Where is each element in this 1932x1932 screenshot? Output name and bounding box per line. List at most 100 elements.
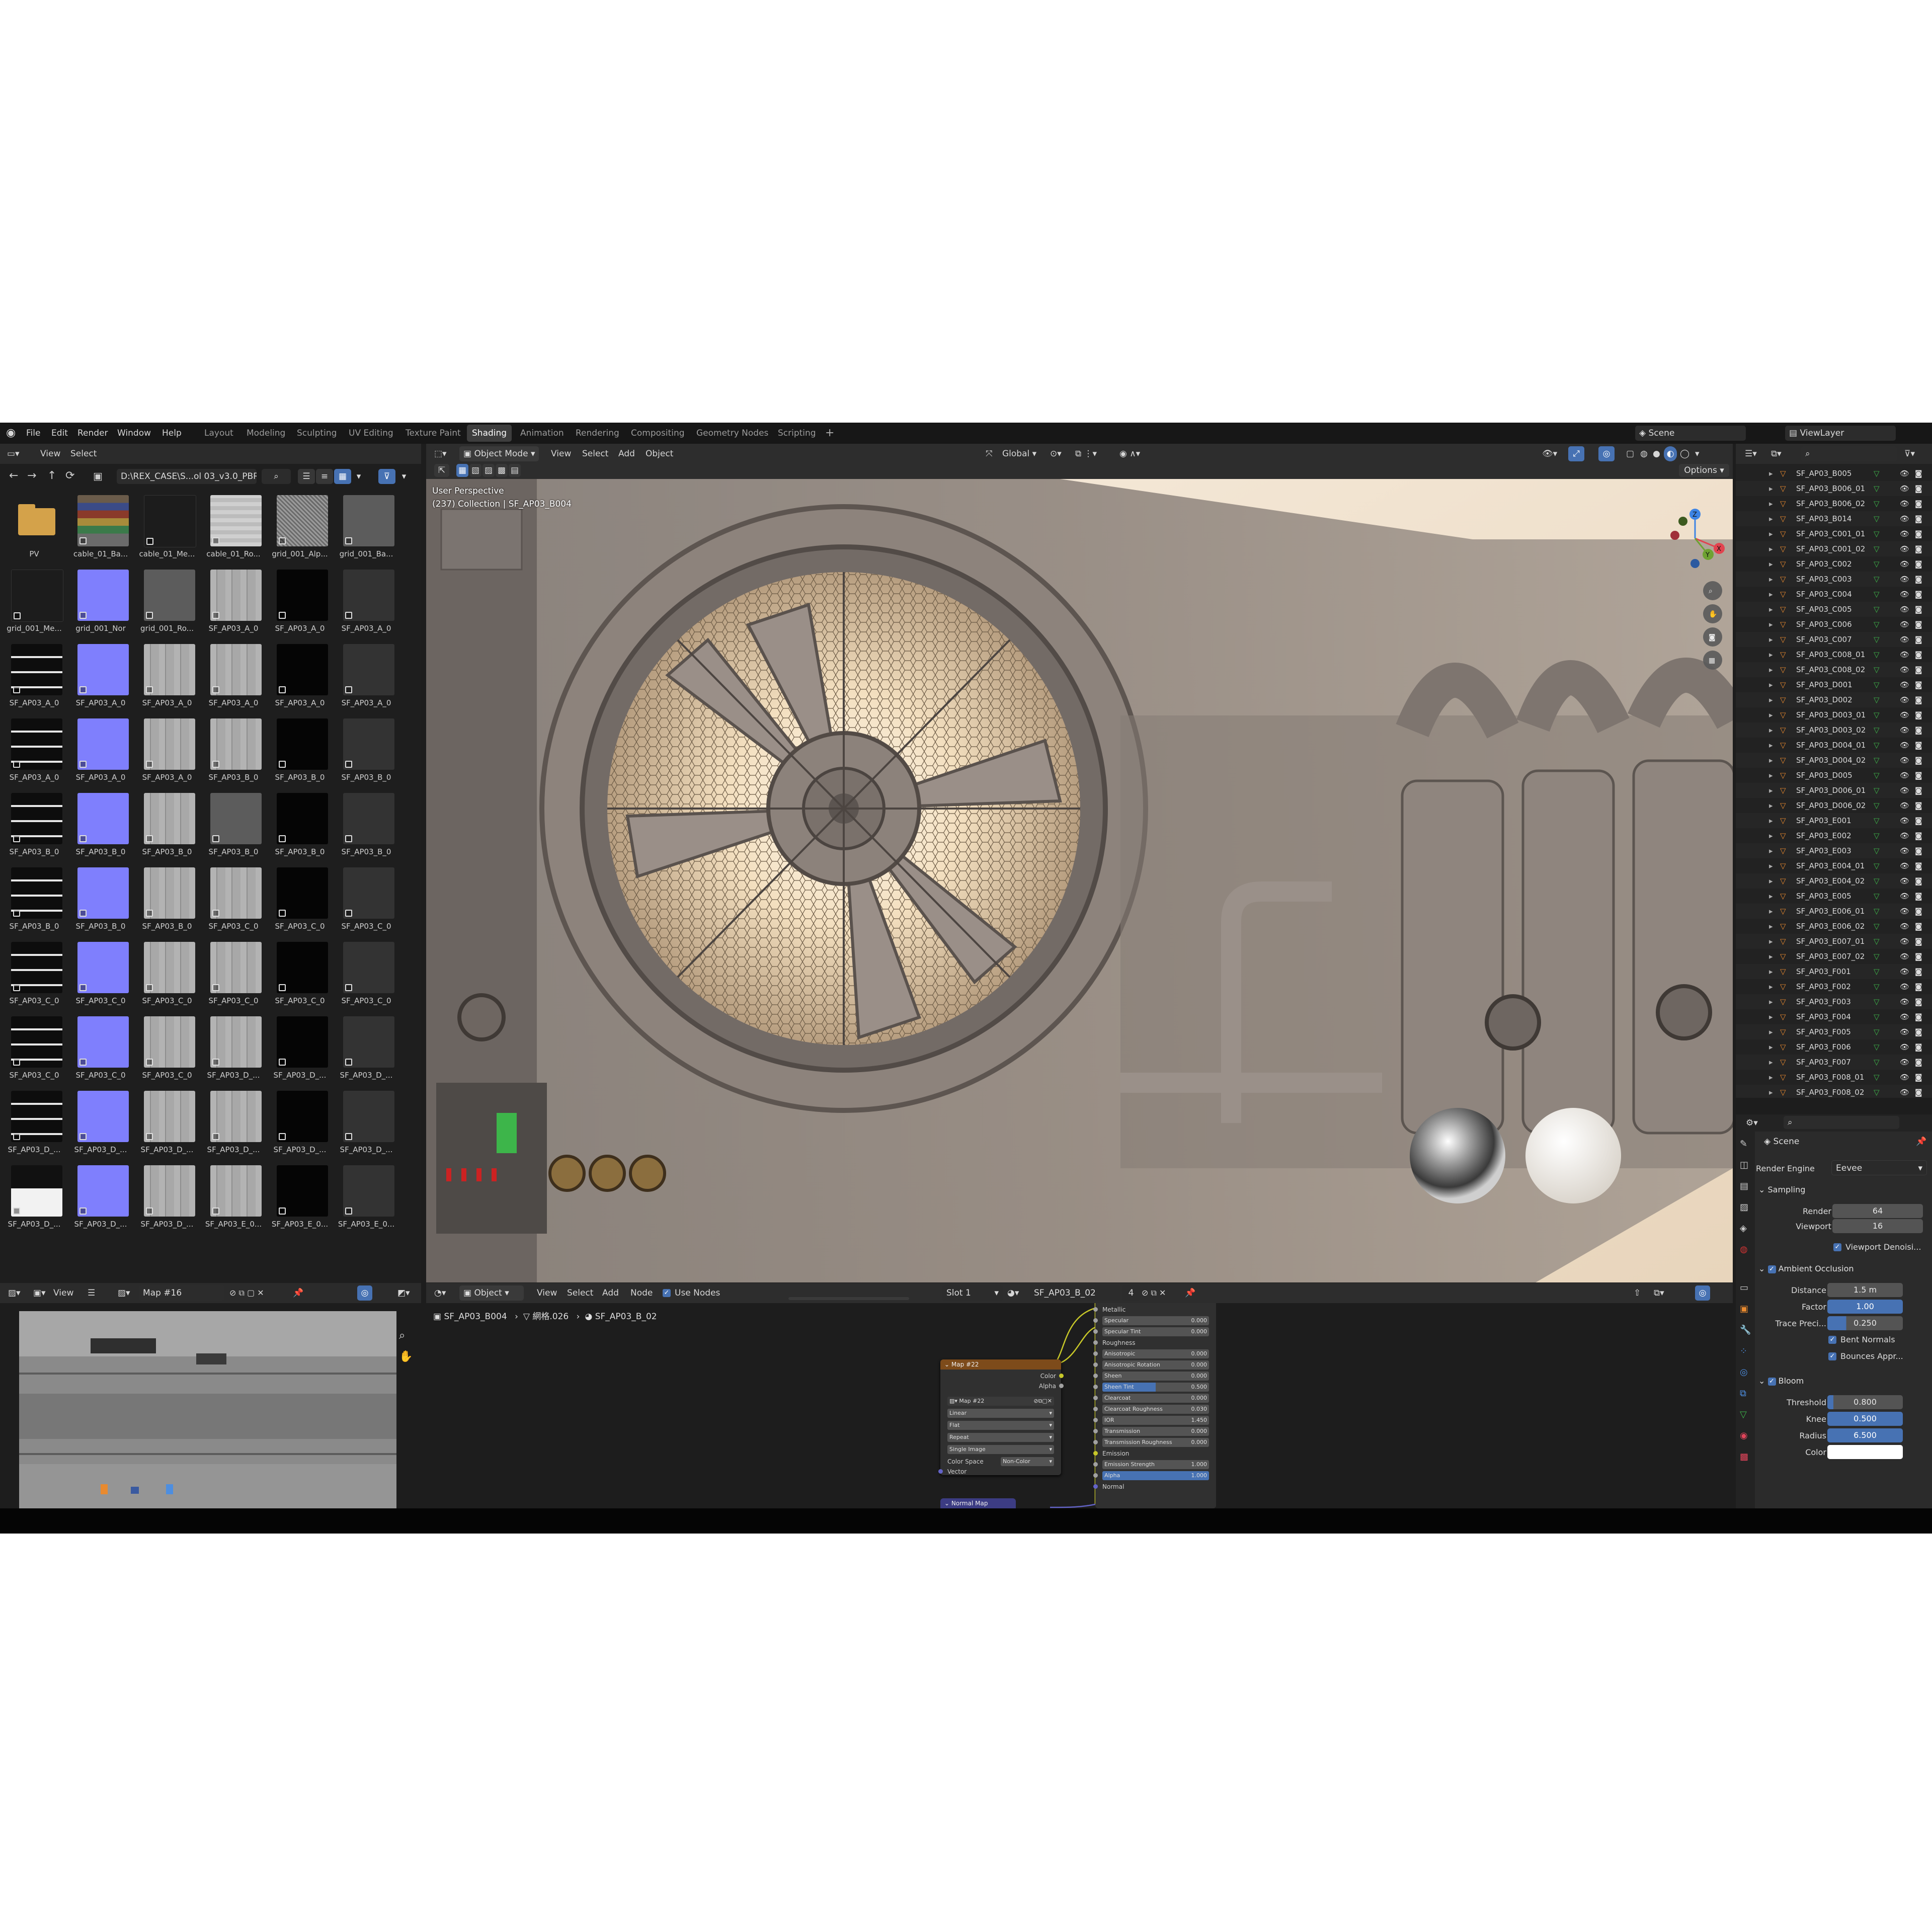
file-tile[interactable]: SF_AP03_D_... [134,1165,200,1238]
mesh-data-icon[interactable]: ▽ [1874,541,1880,556]
expand-arrow-icon[interactable]: ▸ [1769,738,1773,753]
visibility-eye-icon[interactable]: 👁 [1900,904,1909,919]
bsdf-input-socket[interactable] [1093,1396,1098,1400]
mesh-data-icon[interactable]: ▽ [1874,1024,1880,1039]
nav-parent-icon[interactable]: ↑ [47,466,56,486]
file-tile[interactable]: SF_AP03_C_0 [134,1016,200,1089]
tab-scripting[interactable]: Scripting [773,425,821,442]
outliner-row[interactable]: ▸ ▽ SF_AP03_C005 ▽ 👁 ◙ [1736,602,1932,617]
zoom-icon[interactable] [1703,581,1722,600]
render-camera-icon[interactable]: ◙ [1915,511,1922,526]
file-tile[interactable]: SF_AP03_D_... [333,1091,399,1164]
vp-menu-view[interactable]: View [551,444,571,464]
file-tile[interactable]: SF_AP03_B_0 [1,867,67,940]
expand-arrow-icon[interactable]: ▸ [1769,934,1773,949]
file-tile[interactable]: SF_AP03_C_0 [200,867,267,940]
ie-zoom-icon[interactable]: ⌕ [399,1329,405,1342]
mesh-data-icon[interactable]: ▽ [1874,904,1880,919]
expand-arrow-icon[interactable]: ▸ [1769,843,1773,858]
expand-arrow-icon[interactable]: ▸ [1769,481,1773,496]
render-camera-icon[interactable]: ◙ [1915,994,1922,1009]
outliner-row[interactable]: ▸ ▽ SF_AP03_C004 ▽ 👁 ◙ [1736,587,1932,602]
mesh-data-icon[interactable]: ▽ [1874,587,1880,602]
file-tile[interactable]: grid_001_Ba... [333,495,399,568]
file-tile[interactable]: SF_AP03_A_0 [1,644,67,717]
bsdf-input-socket[interactable] [1093,1329,1098,1334]
file-tile[interactable]: SF_AP03_D_... [67,1165,134,1238]
file-tile[interactable]: SF_AP03_E_0... [267,1165,333,1238]
mesh-data-icon[interactable]: ▽ [1874,964,1880,979]
tab-rendering[interactable]: Rendering [571,425,624,442]
image-node-title[interactable]: ⌄ Map #22 [940,1359,1061,1370]
outliner-row[interactable]: ▸ ▽ SF_AP03_C008_02 ▽ 👁 ◙ [1736,662,1932,677]
mesh-data-icon[interactable]: ▽ [1874,919,1880,934]
render-camera-icon[interactable]: ◙ [1915,964,1922,979]
mesh-data-icon[interactable]: ▽ [1874,677,1880,692]
outliner-row[interactable]: ▸ ▽ SF_AP03_E007_01 ▽ 👁 ◙ [1736,934,1932,949]
outliner-row[interactable]: ▸ ▽ SF_AP03_E005 ▽ 👁 ◙ [1736,889,1932,904]
file-tile[interactable]: SF_AP03_C_0 [1,942,67,1015]
mesh-data-icon[interactable]: ▽ [1874,526,1880,541]
visibility-eye-icon[interactable]: 👁 [1900,1024,1909,1039]
render-camera-icon[interactable]: ◙ [1915,722,1922,738]
file-tile[interactable]: SF_AP03_A_0 [67,644,134,717]
bloom-checkbox[interactable]: ✓ [1767,1377,1776,1386]
expand-arrow-icon[interactable]: ▸ [1769,602,1773,617]
expand-arrow-icon[interactable]: ▸ [1769,587,1773,602]
bsdf-input-socket[interactable] [1093,1418,1098,1422]
mesh-data-icon[interactable]: ▽ [1874,1009,1880,1024]
bsdf-input-socket[interactable] [1093,1407,1098,1411]
viewport-editor-type-icon[interactable]: ⬚▾ [434,444,447,464]
mesh-data-icon[interactable]: ▽ [1874,1055,1880,1070]
render-camera-icon[interactable]: ◙ [1915,949,1922,964]
shading-material-icon[interactable]: ◐ [1664,446,1677,461]
expand-arrow-icon[interactable]: ▸ [1769,783,1773,798]
expand-arrow-icon[interactable]: ▸ [1769,526,1773,541]
visibility-eye-icon[interactable]: 👁 [1900,541,1909,556]
object-tab-icon[interactable]: ▣ [1740,1304,1748,1314]
visibility-eye-icon[interactable]: 👁 [1900,617,1909,632]
visibility-eye-icon[interactable]: 👁 [1900,466,1909,481]
render-camera-icon[interactable]: ◙ [1915,692,1922,707]
shading-dropdown-icon[interactable]: ▾ [1695,444,1700,464]
file-tile[interactable]: SF_AP03_B_0 [200,718,267,791]
render-camera-icon[interactable]: ◙ [1915,526,1922,541]
view-layer-tab-icon[interactable]: ▨ [1740,1202,1748,1213]
render-camera-icon[interactable]: ◙ [1915,556,1922,572]
render-camera-icon[interactable]: ◙ [1915,798,1922,813]
file-tile[interactable]: SF_AP03_C_0 [134,942,200,1015]
image-editor-type-icon[interactable]: ▨▾ [8,1283,21,1303]
file-tile[interactable]: grid_001_Alp... [267,495,333,568]
nav-back-icon[interactable]: ← [9,466,18,486]
gizmo-toggle-icon[interactable]: ⤢ [1568,446,1584,461]
expand-arrow-icon[interactable]: ▸ [1769,1009,1773,1024]
visibility-eye-icon[interactable]: 👁 [1900,677,1909,692]
expand-arrow-icon[interactable]: ▸ [1769,496,1773,511]
file-tile[interactable]: cable_01_Me... [134,495,200,568]
select-extend-icon[interactable]: ▧ [469,464,481,477]
mesh-data-icon[interactable]: ▽ [1874,647,1880,662]
output-tab-icon[interactable]: ▤ [1740,1181,1748,1191]
render-camera-icon[interactable]: ◙ [1915,647,1922,662]
file-tile[interactable]: SF_AP03_C_0 [333,867,399,940]
file-tile[interactable]: SF_AP03_A_0 [67,718,134,791]
bloom-panel-header[interactable]: ⌄ ✓ Bloom [1758,1373,1927,1390]
expand-arrow-icon[interactable]: ▸ [1769,677,1773,692]
bent-normals-checkbox[interactable]: ✓ [1828,1336,1836,1344]
scene-selector[interactable]: ◈ Scene [1635,426,1746,441]
bsdf-input-socket[interactable] [1093,1429,1098,1433]
render-camera-icon[interactable]: ◙ [1915,617,1922,632]
file-tile[interactable]: SF_AP03_D_... [1,1165,67,1238]
file-tile[interactable]: cable_01_Ro... [200,495,267,568]
file-tile[interactable]: SF_AP03_D_... [333,1016,399,1089]
outliner-row[interactable]: ▸ ▽ SF_AP03_B006_02 ▽ 👁 ◙ [1736,496,1932,511]
visibility-eye-icon[interactable]: 👁 [1900,1039,1909,1055]
scene-tab-icon[interactable]: ◈ [1740,1223,1747,1234]
visibility-eye-icon[interactable]: 👁 [1900,496,1909,511]
visibility-eye-icon[interactable]: 👁 [1900,556,1909,572]
outliner-row[interactable]: ▸ ▽ SF_AP03_E006_01 ▽ 👁 ◙ [1736,904,1932,919]
render-camera-icon[interactable]: ◙ [1915,1070,1922,1085]
expand-arrow-icon[interactable]: ▸ [1769,828,1773,843]
bsdf-value-field[interactable]: Specular 0.000 [1102,1316,1209,1325]
outliner-row[interactable]: ▸ ▽ SF_AP03_E006_02 ▽ 👁 ◙ [1736,919,1932,934]
